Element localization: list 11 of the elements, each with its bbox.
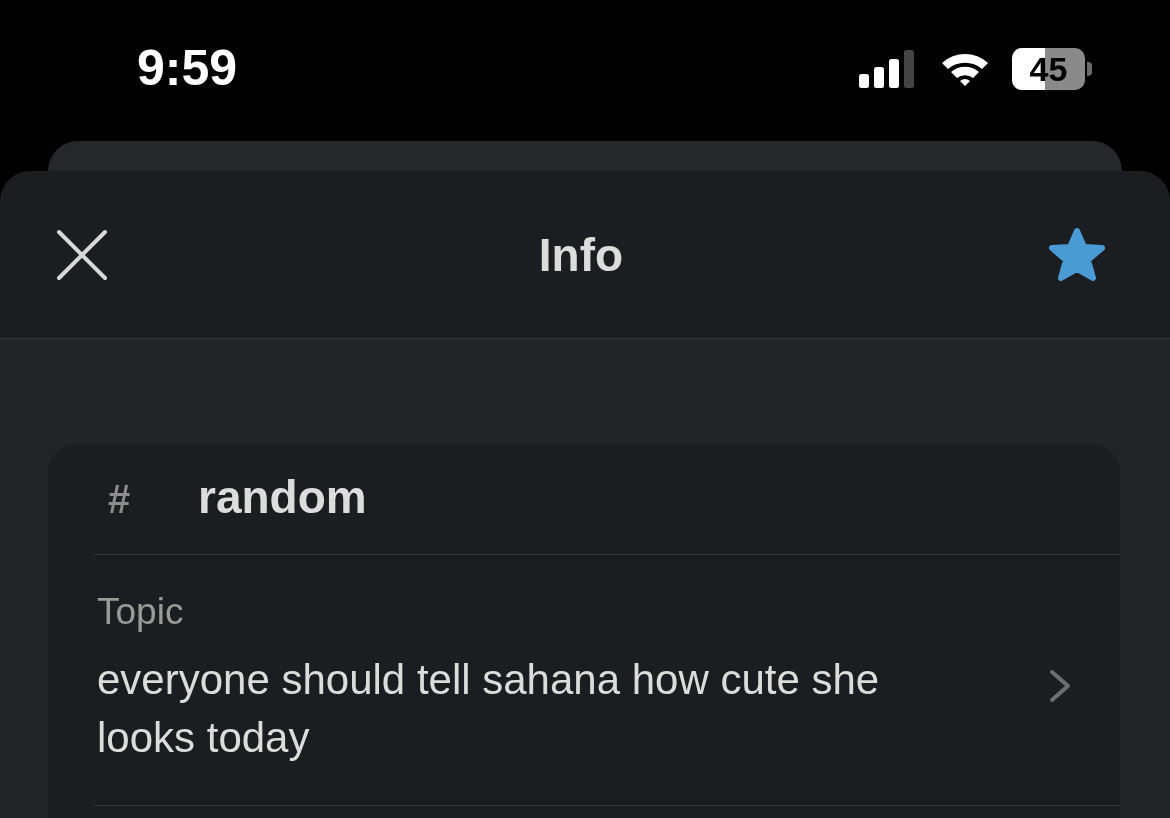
- sheet-title: Info: [538, 227, 624, 282]
- close-icon[interactable]: [56, 228, 108, 281]
- channel-name: random: [198, 470, 367, 524]
- battery-tip: [1087, 61, 1092, 76]
- clock-time: 9:59: [137, 38, 238, 97]
- channel-prefix: #: [108, 476, 132, 522]
- detail-label: Topic: [97, 591, 184, 633]
- star-icon[interactable]: [1048, 226, 1106, 283]
- chevron-icon[interactable]: [1048, 669, 1072, 703]
- signal-icon: [859, 49, 915, 88]
- detail-value: everyone should tell sahana how cute she looks today: [97, 655, 881, 763]
